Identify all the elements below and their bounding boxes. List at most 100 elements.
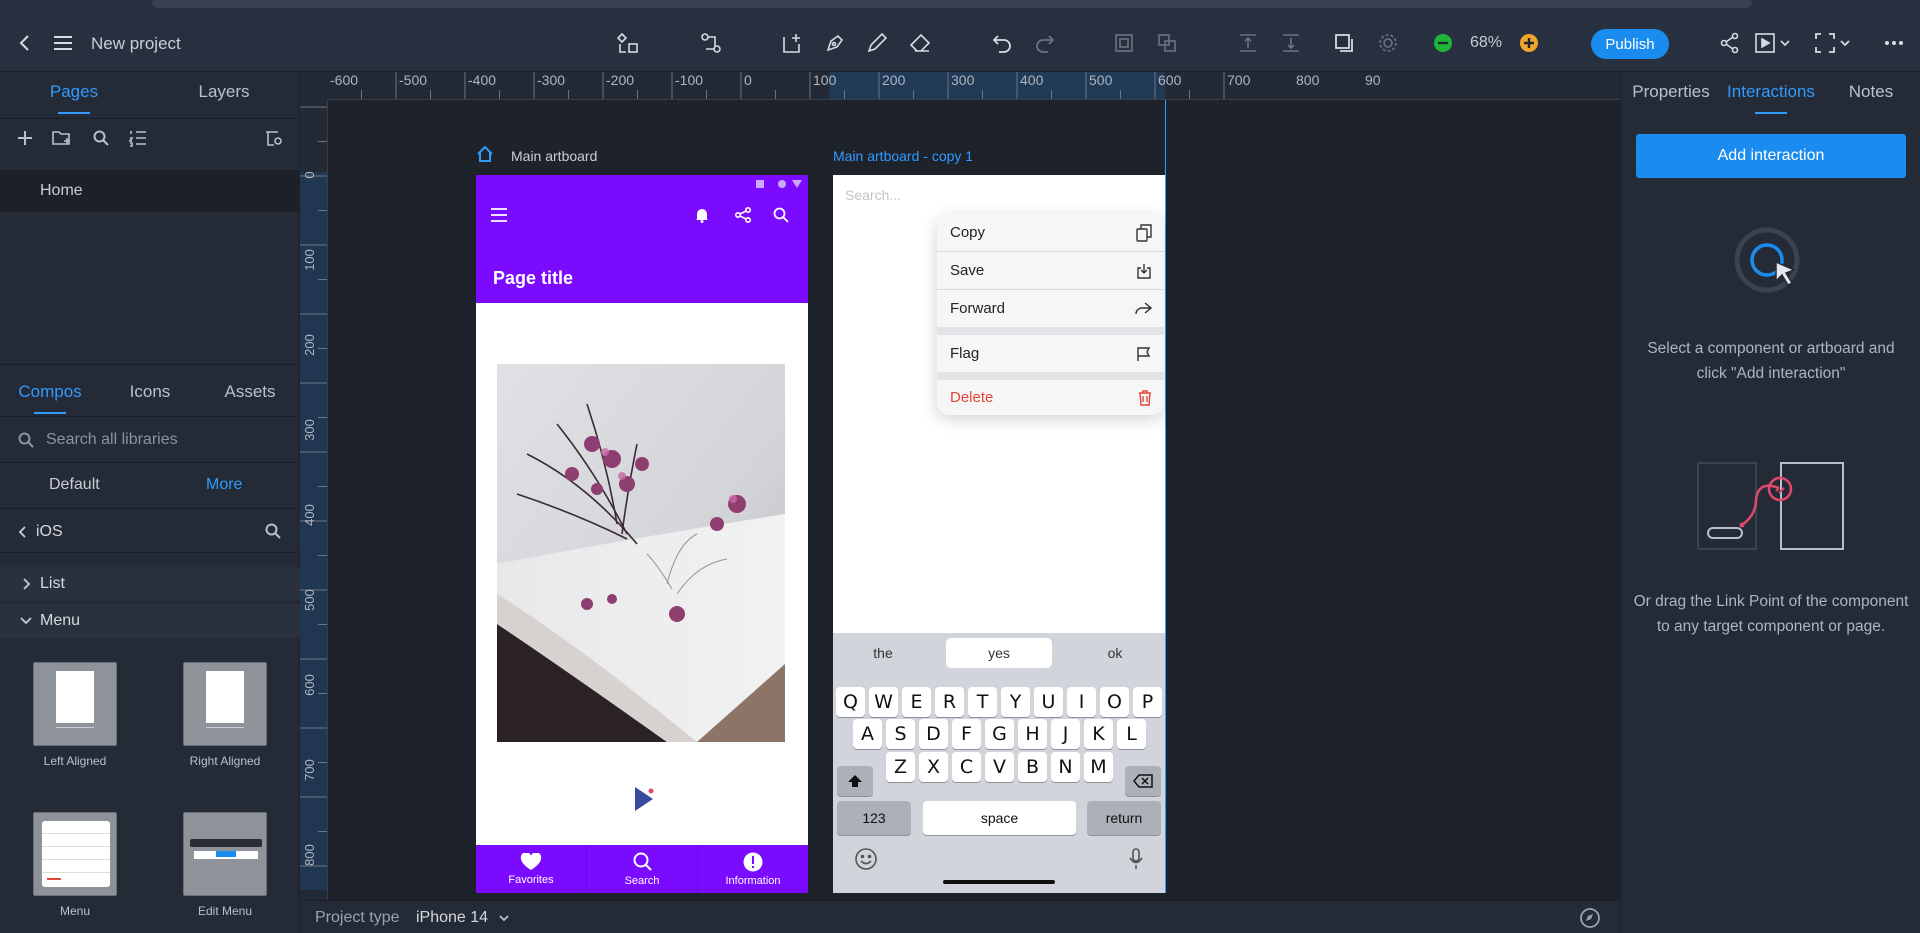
link-icon[interactable] [695,27,727,59]
key-f[interactable]: F [952,719,981,749]
key-y[interactable]: Y [1001,687,1030,717]
publish-button[interactable]: Publish [1591,29,1669,59]
zoom-level[interactable]: 68% [1470,34,1502,52]
search-pages-icon[interactable] [87,124,115,152]
chevron-down-icon[interactable] [499,915,509,922]
back-icon[interactable] [9,27,41,59]
tab-assets[interactable]: Assets [200,382,300,402]
nav-information[interactable]: Information [698,845,808,893]
artboard-main[interactable]: Page title Favorites Search Information [476,175,808,893]
menu-item-delete[interactable]: Delete [937,379,1164,415]
component-left-aligned[interactable] [33,662,117,746]
group-menu-row[interactable]: Menu [0,604,300,638]
more-libraries-button[interactable]: More [206,476,242,494]
key-v[interactable]: V [985,752,1014,782]
suggestion[interactable]: the [833,633,933,673]
eraser-icon[interactable] [904,27,936,59]
key-i[interactable]: I [1067,687,1096,717]
key-r[interactable]: R [935,687,964,717]
page-list-icon[interactable] [124,124,152,152]
space-key[interactable]: space [923,801,1076,835]
key-o[interactable]: O [1100,687,1129,717]
bell-icon[interactable] [694,207,710,223]
tab-icons[interactable]: Icons [100,382,200,402]
add-artboard-icon[interactable] [776,27,808,59]
component-menu[interactable] [33,812,117,896]
key-n[interactable]: N [1051,752,1080,782]
page-settings-icon[interactable] [260,124,288,152]
tab-interactions[interactable]: Interactions [1721,82,1821,102]
compass-icon[interactable] [1579,907,1601,929]
chevron-left-icon[interactable] [18,526,28,538]
key-s[interactable]: S [886,719,915,749]
component-edit-menu[interactable] [183,812,267,896]
key-l[interactable]: L [1117,719,1146,749]
key-q[interactable]: Q [836,687,865,717]
redo-icon[interactable] [1029,27,1061,59]
default-library-button[interactable]: Default [49,476,100,494]
component-right-aligned[interactable] [183,662,267,746]
key-u[interactable]: U [1034,687,1063,717]
suggestion-selected[interactable]: yes [946,638,1052,668]
tab-notes[interactable]: Notes [1821,82,1920,102]
zoom-in-icon[interactable] [1513,27,1545,59]
library-search-input[interactable] [46,429,276,451]
ios-library-row[interactable]: iOS [0,515,300,549]
page-item-home[interactable]: Home [0,170,300,212]
return-key[interactable]: return [1087,801,1161,835]
menu-item-flag[interactable]: Flag [937,335,1164,372]
menu-item-save[interactable]: Save [937,252,1164,289]
menu-item-forward[interactable]: Forward [937,290,1164,327]
menu-icon[interactable] [490,207,508,223]
tab-properties[interactable]: Properties [1621,82,1721,102]
group-list-row[interactable]: List [0,567,300,601]
more-icon[interactable] [1878,27,1910,59]
key-e[interactable]: E [902,687,931,717]
key-h[interactable]: H [1018,719,1047,749]
align-top-icon[interactable] [1232,27,1264,59]
key-d[interactable]: D [919,719,948,749]
suggestion[interactable]: ok [1065,633,1165,673]
key-j[interactable]: J [1051,719,1080,749]
tab-layers[interactable]: Layers [148,82,300,102]
align-bottom-icon[interactable] [1275,27,1307,59]
share-icon[interactable] [1714,27,1746,59]
resize-icon[interactable] [1328,27,1360,59]
menu-icon[interactable] [47,27,79,59]
group-icon[interactable] [1108,27,1140,59]
artboard1-label[interactable]: Main artboard [511,148,597,164]
microphone-icon[interactable] [1128,847,1144,871]
pencil-icon[interactable] [861,27,893,59]
search-library-icon[interactable] [259,517,287,545]
shift-key[interactable] [837,766,873,796]
play-icon[interactable] [633,785,655,813]
search-input[interactable] [845,187,1045,203]
tab-compos[interactable]: Compos [0,382,100,402]
key-t[interactable]: T [968,687,997,717]
component-icon[interactable] [612,27,644,59]
backspace-key[interactable] [1125,766,1161,796]
ungroup-icon[interactable] [1151,27,1183,59]
key-k[interactable]: K [1084,719,1113,749]
pen-icon[interactable] [819,27,851,59]
key-c[interactable]: C [952,752,981,782]
key-w[interactable]: W [869,687,898,717]
key-p[interactable]: P [1133,687,1162,717]
key-g[interactable]: G [985,719,1014,749]
add-folder-icon[interactable] [48,124,76,152]
search-icon[interactable] [772,206,790,224]
zoom-out-icon[interactable] [1427,27,1459,59]
tab-pages[interactable]: Pages [0,82,148,102]
emoji-icon[interactable] [854,847,878,871]
key-x[interactable]: X [919,752,948,782]
key-m[interactable]: M [1084,752,1113,782]
key-b[interactable]: B [1018,752,1047,782]
key-z[interactable]: Z [886,752,915,782]
nav-favorites[interactable]: Favorites [476,845,587,893]
add-page-icon[interactable] [11,124,39,152]
preview-icon[interactable] [1752,27,1796,59]
settings-icon[interactable] [1372,27,1404,59]
share-icon[interactable] [734,206,752,224]
numbers-key[interactable]: 123 [837,801,911,835]
nav-search[interactable]: Search [587,845,698,893]
